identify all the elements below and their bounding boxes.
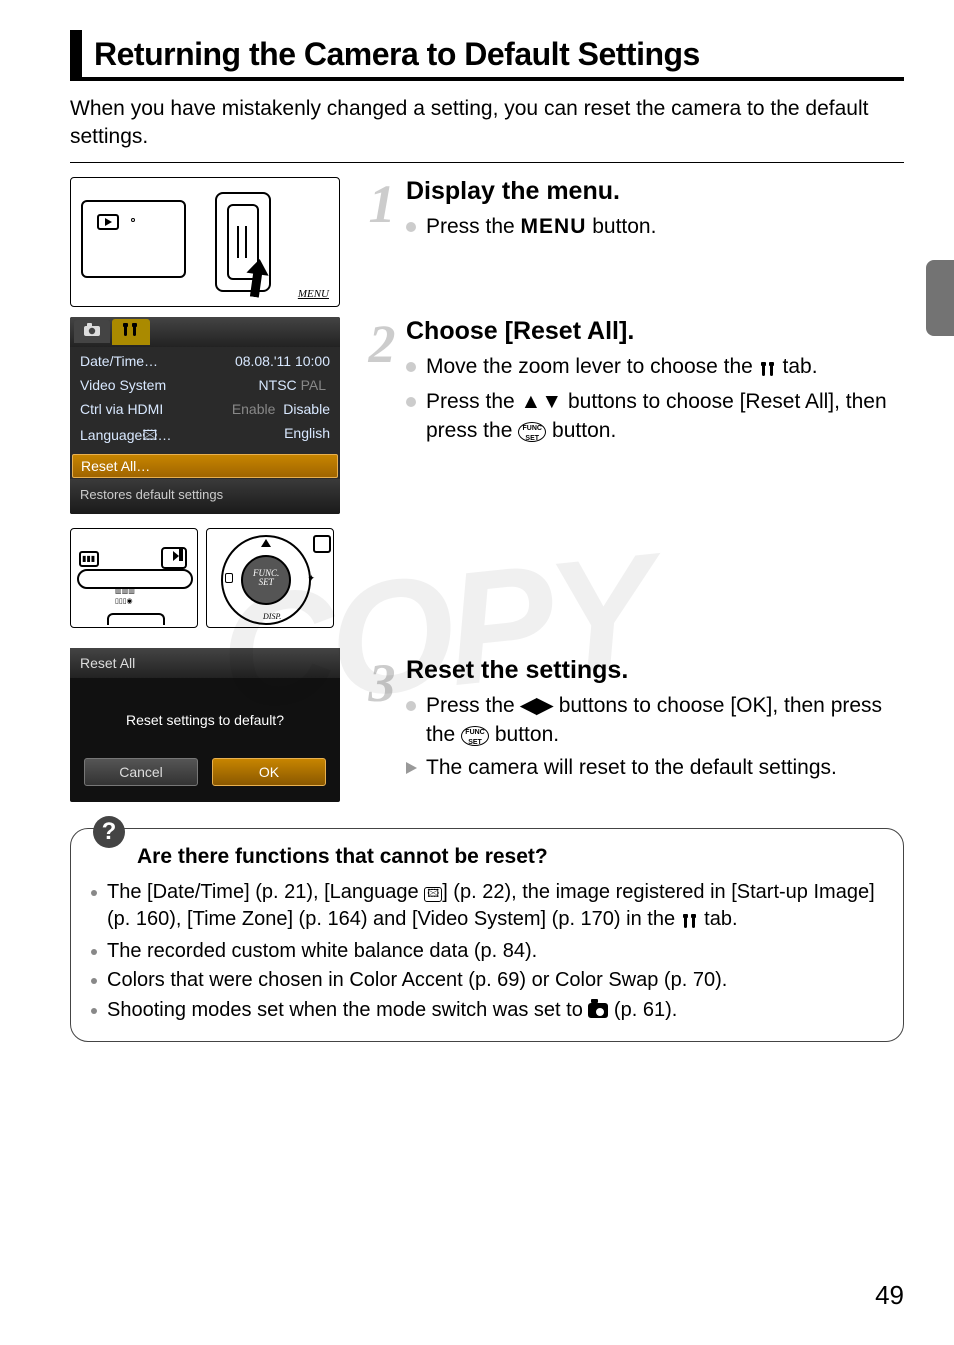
dialog-title: Reset All (70, 648, 340, 678)
tip-box: ? Are there functions that cannot be res… (70, 828, 904, 1042)
step-2-bullet-1: Move the zoom lever to choose the tab. (406, 352, 904, 383)
tools-icon (759, 354, 777, 383)
step-3-bullet-1: Press the ◀▶ buttons to choose [OK], the… (406, 691, 904, 750)
page-number: 49 (875, 1280, 904, 1311)
menu-row-language: Language🖾… English (70, 421, 340, 453)
menu-footer: Restores default settings (70, 479, 340, 514)
tools-tab-icon (112, 319, 150, 345)
step-1: MENU 1 Display the menu. Press the MENU … (70, 177, 904, 307)
zoom-lever-diagram: ▮▮▮ ▥▥▥ ▯▯▯◉ (70, 528, 198, 628)
menu-label: MENU (298, 288, 329, 300)
section-title: Returning the Camera to Default Settings (94, 36, 896, 73)
tip-item-3: Colors that were chosen in Color Accent … (89, 967, 885, 995)
step-3-number: 3 (364, 656, 400, 787)
camera-back-illustration: MENU (70, 177, 340, 307)
step-1-bullet-1: Press the MENU button. (406, 212, 904, 241)
dialog-cancel-button: Cancel (84, 758, 198, 786)
left-right-arrows-icon: ◀▶ (521, 694, 553, 717)
camera-mode-icon (588, 1003, 608, 1018)
button-diagrams: ▮▮▮ ▥▥▥ ▯▯▯◉ FUNC.SET DISP. ✦ (70, 528, 340, 628)
step-3-bullet-2: The camera will reset to the default set… (406, 753, 904, 782)
step-3: Reset All Reset settings to default? Can… (70, 638, 904, 802)
step-2-number: 2 (364, 317, 400, 450)
tip-item-1: The [Date/Time] (p. 21), [Language 🖾] (p… (89, 879, 885, 936)
dialog-ok-button: OK (212, 758, 326, 786)
page-thumb-tab (926, 260, 954, 336)
menu-row-datetime: Date/Time… 08.08.'11 10:00 (70, 349, 340, 373)
step-2-bullet-2: Press the ▲▼ buttons to choose [Reset Al… (406, 387, 904, 446)
step-1-number: 1 (364, 177, 400, 245)
tools-icon (681, 908, 699, 936)
tip-title: Are there functions that cannot be reset… (137, 843, 885, 869)
dialog-body: Reset settings to default? (70, 678, 340, 758)
reset-dialog-screenshot: Reset All Reset settings to default? Can… (70, 648, 340, 802)
tip-item-4: Shooting modes set when the mode switch … (89, 997, 885, 1025)
func-set-icon: FUNCSET (461, 726, 489, 746)
settings-menu-screenshot: Date/Time… 08.08.'11 10:00 Video System … (70, 317, 340, 514)
step-1-title: Display the menu. (406, 177, 904, 206)
menu-row-resetall: Reset All… (72, 454, 338, 478)
intro-text: When you have mistakenly changed a setti… (70, 95, 904, 163)
language-icon: 🖾 (424, 887, 442, 902)
steps-container: MENU 1 Display the menu. Press the MENU … (70, 177, 904, 802)
menu-row-video: Video System NTSC PAL (70, 373, 340, 397)
step-2-title: Choose [Reset All]. (406, 317, 904, 346)
step-3-title: Reset the settings. (406, 656, 904, 685)
menu-row-hdmi: Ctrl via HDMI Enable Disable (70, 397, 340, 421)
question-badge-icon: ? (93, 816, 125, 848)
up-down-arrows-icon: ▲▼ (521, 390, 563, 413)
tip-item-2: The recorded custom white balance data (… (89, 938, 885, 966)
dpad-diagram: FUNC.SET DISP. ✦ (206, 528, 334, 628)
camera-tab-icon (74, 320, 110, 343)
func-set-icon: FUNCSET (518, 422, 546, 442)
menu-word-icon: MENU (521, 215, 587, 238)
menu-tabs (70, 317, 340, 347)
step-2: Date/Time… 08.08.'11 10:00 Video System … (70, 317, 904, 628)
section-title-bar: Returning the Camera to Default Settings (70, 30, 904, 81)
